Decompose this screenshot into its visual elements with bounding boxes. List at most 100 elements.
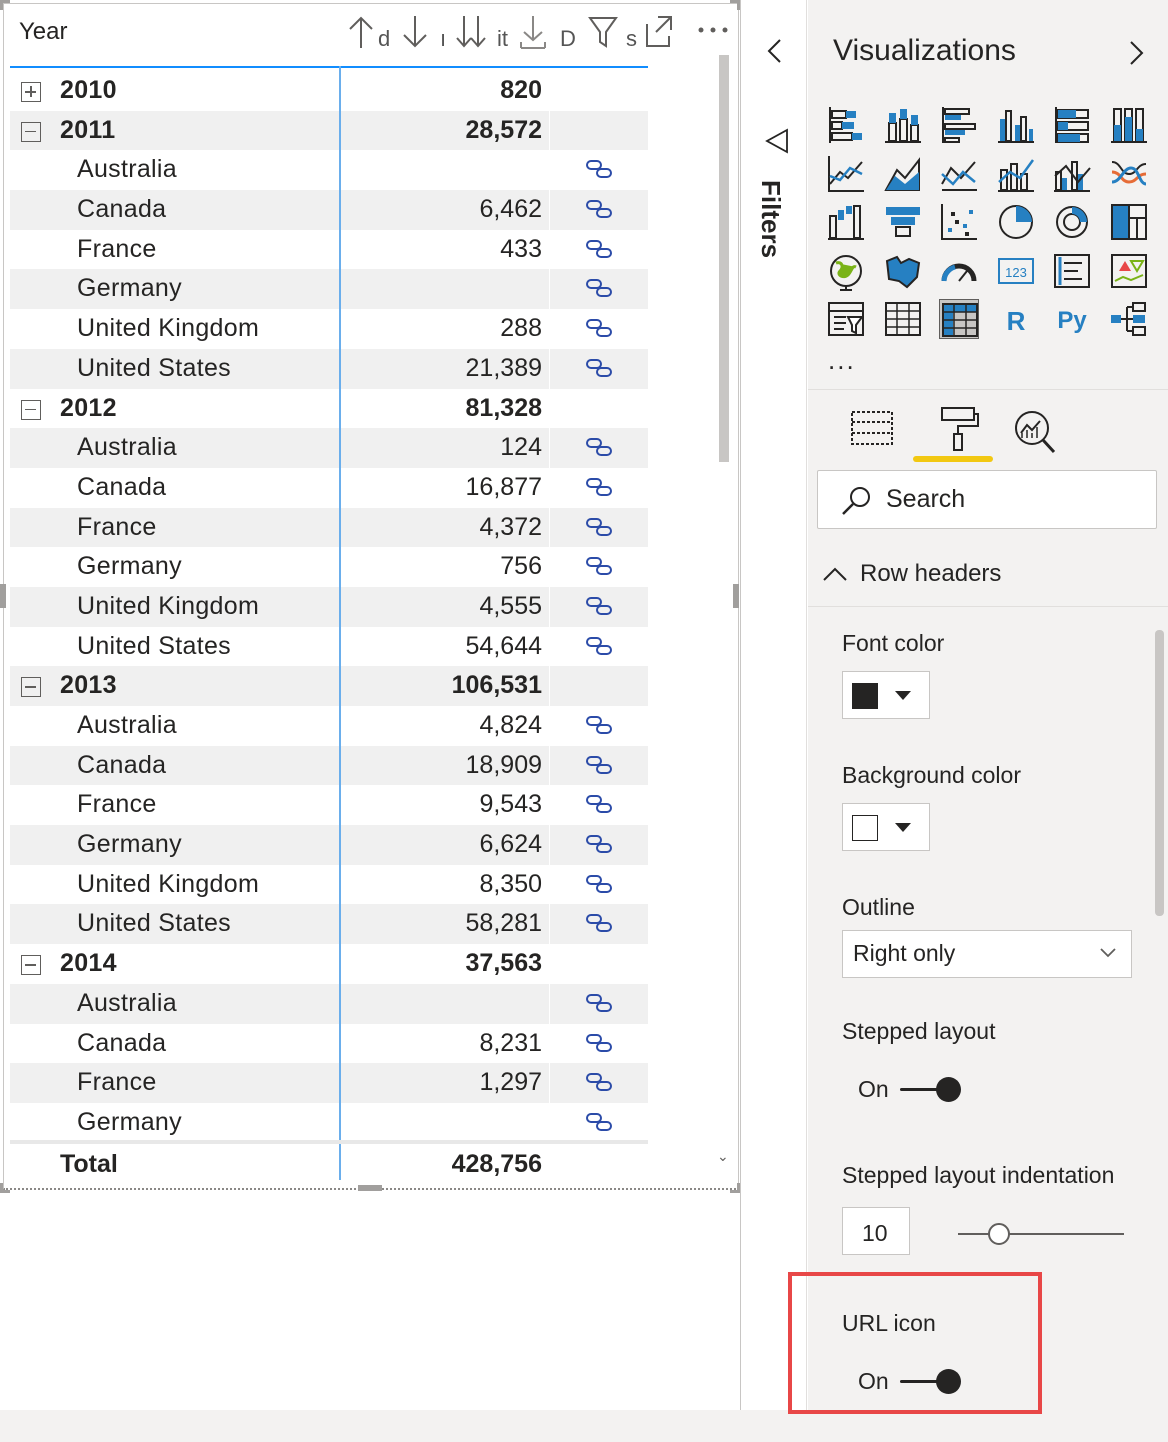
row-value: 16,877 (465, 472, 542, 501)
donut-chart-icon[interactable] (1052, 202, 1092, 242)
url-link-icon[interactable] (585, 1032, 613, 1054)
multi-row-card-icon[interactable] (1052, 251, 1092, 291)
100-stacked-column-chart-icon[interactable] (1109, 105, 1149, 145)
row-header-year[interactable]: Year (19, 18, 68, 46)
table-icon[interactable] (883, 299, 923, 339)
report-canvas[interactable] (0, 1193, 742, 1410)
url-link-icon[interactable] (585, 1111, 613, 1133)
format-pane-scrollbar[interactable] (1155, 630, 1164, 916)
card-icon[interactable]: 123 (996, 251, 1036, 291)
gauge-icon[interactable] (939, 251, 979, 291)
expand-icon[interactable] (21, 82, 41, 102)
resize-handle-left[interactable] (0, 584, 6, 608)
scatter-chart-icon[interactable] (939, 202, 979, 242)
expand-all-down-icon[interactable] (518, 14, 548, 50)
url-link-icon[interactable] (585, 714, 613, 736)
url-link-icon[interactable] (585, 476, 613, 498)
url-link-icon[interactable] (585, 238, 613, 260)
map-icon[interactable] (826, 251, 866, 291)
url-link-icon[interactable] (585, 912, 613, 934)
matrix-visual[interactable]: Year d ı it D s 2010 820 2011 28,572 Austral… (0, 0, 742, 1193)
resize-handle-right[interactable] (733, 584, 739, 608)
country-row: United Kingdom 4,555 (10, 586, 648, 627)
search-input[interactable] (886, 483, 1146, 515)
url-link-icon[interactable] (585, 754, 613, 776)
fields-tab[interactable] (838, 400, 918, 464)
url-link-icon[interactable] (585, 317, 613, 339)
url-link-icon[interactable] (585, 873, 613, 895)
filters-label[interactable]: Filters (755, 180, 786, 258)
collapse-icon[interactable] (21, 677, 41, 698)
slicer-icon[interactable] (826, 299, 866, 339)
stacked-area-chart-icon[interactable] (939, 154, 979, 194)
more-options-icon[interactable] (696, 14, 730, 50)
scroll-down-icon[interactable]: ⌄ (717, 1148, 729, 1165)
100-stacked-bar-chart-icon[interactable] (1052, 105, 1092, 145)
scrollbar-thumb[interactable] (719, 55, 729, 462)
url-link-icon[interactable] (585, 198, 613, 220)
url-link-icon[interactable] (585, 357, 613, 379)
collapse-icon[interactable] (21, 955, 41, 976)
filled-map-icon[interactable] (883, 251, 923, 291)
drill-up-icon[interactable] (346, 14, 376, 50)
funnel-chart-icon[interactable] (883, 202, 923, 242)
cell-separator (549, 626, 550, 667)
python-visual-icon[interactable]: Py (1052, 299, 1092, 339)
collapse-visual-pane-icon[interactable] (765, 38, 785, 64)
clustered-column-chart-icon[interactable] (996, 105, 1036, 145)
treemap-icon[interactable] (1109, 202, 1149, 242)
toolbar-fragment-4: D (560, 26, 576, 51)
slider-thumb[interactable] (988, 1223, 1010, 1245)
url-link-icon[interactable] (585, 158, 613, 180)
format-search-box[interactable] (817, 470, 1157, 529)
url-link-icon[interactable] (585, 1071, 613, 1093)
analytics-tab[interactable] (994, 400, 1074, 464)
drill-down-icon[interactable] (400, 14, 430, 50)
format-tab[interactable] (914, 400, 994, 464)
background-color-picker[interactable] (842, 803, 930, 851)
decomposition-tree-icon[interactable] (1109, 299, 1149, 339)
matrix-icon[interactable] (939, 299, 979, 339)
line-chart-icon[interactable] (826, 154, 866, 194)
url-link-icon[interactable] (585, 635, 613, 657)
url-link-icon[interactable] (585, 833, 613, 855)
resize-handle-bottom[interactable] (358, 1185, 382, 1191)
stacked-bar-chart-icon[interactable] (826, 105, 866, 145)
font-color-picker[interactable] (842, 671, 930, 719)
row-headers-section-header[interactable]: Row headers (808, 545, 1168, 607)
url-link-icon[interactable] (585, 992, 613, 1014)
indentation-input[interactable]: 10 (842, 1207, 910, 1255)
line-and-stacked-column-chart-icon[interactable] (996, 154, 1036, 194)
collapse-icon[interactable] (21, 121, 41, 142)
stepped-layout-toggle[interactable]: On (858, 1071, 978, 1107)
r-script-visual-icon[interactable]: R (996, 299, 1036, 339)
line-and-clustered-column-chart-icon[interactable] (1052, 154, 1092, 194)
url-link-icon[interactable] (585, 516, 613, 538)
focus-mode-icon[interactable] (644, 14, 674, 50)
url-link-icon[interactable] (585, 277, 613, 299)
url-link-icon[interactable] (585, 436, 613, 458)
outline-dropdown[interactable]: Right only (842, 930, 1132, 978)
url-link-icon[interactable] (585, 595, 613, 617)
waterfall-chart-icon[interactable] (826, 202, 866, 242)
expand-pane-icon[interactable] (1128, 40, 1146, 66)
filter-icon[interactable] (588, 14, 618, 50)
collapse-icon[interactable] (21, 399, 41, 420)
expand-next-level-icon[interactable] (454, 14, 490, 50)
ribbon-chart-icon[interactable] (1109, 154, 1149, 194)
more-visuals-button[interactable]: ... (828, 345, 856, 376)
resize-corner-bottom-left[interactable] (0, 1183, 10, 1193)
clustered-bar-chart-icon[interactable] (939, 105, 979, 145)
stacked-column-chart-icon[interactable] (883, 105, 923, 145)
area-chart-icon[interactable] (883, 154, 923, 194)
indentation-slider[interactable] (958, 1218, 1128, 1248)
url-link-icon[interactable] (585, 793, 613, 815)
filters-pane-collapsed[interactable]: Filters (740, 0, 807, 1410)
vertical-scrollbar[interactable]: ⌄ (717, 55, 731, 1165)
kpi-icon[interactable] (1109, 251, 1149, 291)
resize-corner-top-right[interactable] (730, 0, 740, 10)
url-link-icon[interactable] (585, 555, 613, 577)
resize-corner-bottom-right[interactable] (730, 1183, 740, 1193)
pie-chart-icon[interactable] (996, 202, 1036, 242)
resize-corner-top-left[interactable] (0, 0, 10, 10)
